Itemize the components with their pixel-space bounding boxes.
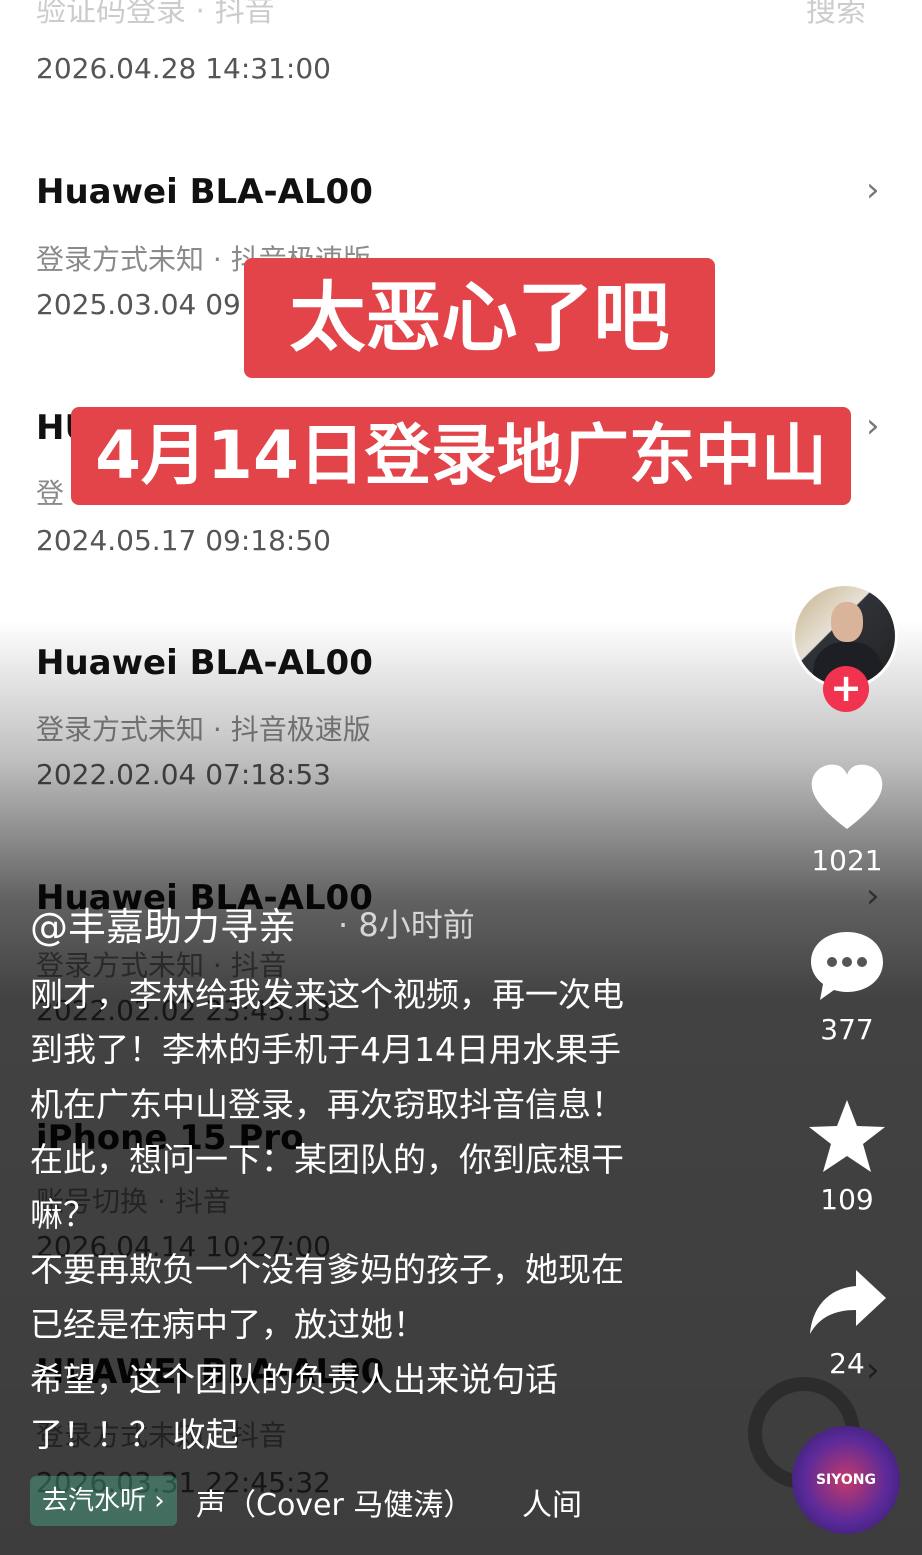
collapse-link[interactable]: 收起: [173, 1415, 239, 1454]
heart-icon[interactable]: [806, 757, 888, 839]
author-name[interactable]: @丰嘉助力寻亲: [30, 896, 296, 951]
top-ghost-text: 验证码登录 · 抖音: [36, 0, 275, 29]
avatar-face: [831, 602, 863, 642]
list-item-title: Huawei BLA-AL00: [36, 172, 373, 212]
list-item-date: 2022.02.04 07:18:53: [36, 758, 331, 791]
caption-line: 希望，这个团队的负责人出来说句话: [30, 1360, 558, 1399]
caption-line: 机在广东中山登录，再次窃取抖音信息！: [30, 1085, 624, 1124]
chevron-right-icon[interactable]: ›: [866, 406, 880, 446]
overlay-banner-bottom: 4月14日登录地广东中山: [71, 407, 851, 505]
list-item-date: 2025.03.04 09: [36, 288, 241, 321]
music-title-secondary[interactable]: 人间: [522, 1480, 582, 1524]
chevron-right-icon[interactable]: ›: [866, 876, 880, 916]
caption-line: 到我了！李林的手机于4月14日用水果手: [30, 1030, 621, 1069]
music-disc[interactable]: SIYONG: [792, 1426, 900, 1534]
list-item-subtitle: 登录方式未知 · 抖音极速版: [36, 713, 371, 746]
caption-line: 已经是在病中了，放过她！: [30, 1305, 426, 1344]
star-icon[interactable]: [806, 1096, 888, 1178]
open-in-qishui-button[interactable]: 去汽水听 ›: [30, 1476, 177, 1526]
list-item-date: 2024.05.17 09:18:50: [36, 524, 331, 557]
list-item-title: Huawei BLA-AL00: [36, 643, 373, 683]
post-time: · 8小时前: [338, 906, 475, 944]
caption-line: 了！！？ 收起: [30, 1408, 710, 1456]
like-count: 1021: [811, 844, 883, 877]
caption-line: 在此，想问一下：某团队的，你到底想干: [30, 1140, 624, 1179]
caption-line: 刚才，李林给我发来这个视频，再一次电: [30, 975, 624, 1014]
comment-icon[interactable]: [806, 926, 888, 1008]
follow-button[interactable]: +: [823, 666, 869, 712]
caption-line: 不要再欺负一个没有爹妈的孩子，她现在: [30, 1250, 624, 1289]
favorite-count: 109: [820, 1183, 874, 1216]
list-item-subtitle: 登: [36, 477, 65, 510]
list-item-date: 2026.04.28 14:31:00: [36, 52, 331, 85]
top-ghost-search: 搜索: [806, 0, 866, 29]
music-title[interactable]: 声（Cover 马健涛）: [196, 1480, 473, 1524]
comment-count: 377: [820, 1013, 874, 1046]
share-icon[interactable]: [806, 1264, 888, 1346]
share-count: 24: [829, 1347, 865, 1380]
overlay-banner-top: 太恶心了吧: [244, 258, 715, 378]
chevron-right-icon[interactable]: ›: [866, 170, 880, 210]
caption-line-text: 了！！？: [30, 1415, 173, 1454]
caption-line: 嘛？: [30, 1195, 96, 1234]
